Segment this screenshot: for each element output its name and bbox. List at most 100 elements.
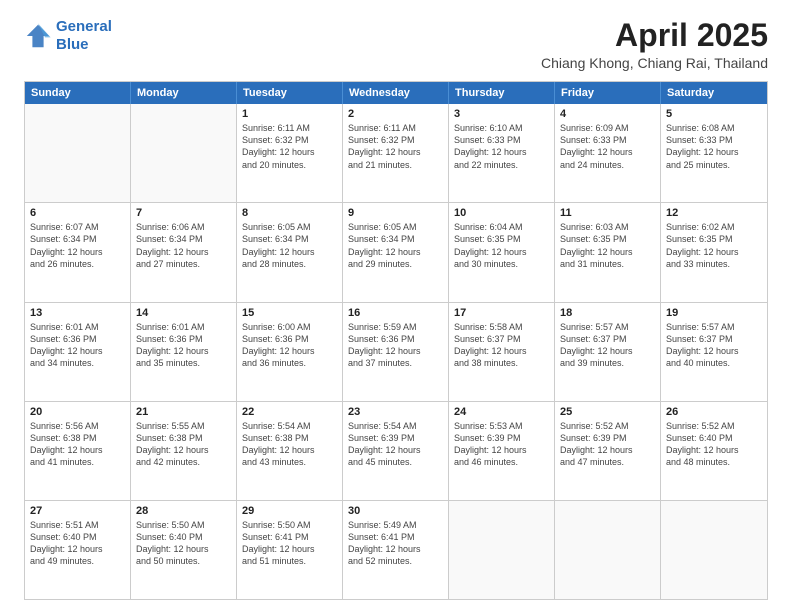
calendar-week-2: 6 Sunrise: 6:07 AM Sunset: 6:34 PM Daylig… [25, 202, 767, 301]
day-number: 14 [136, 307, 231, 319]
logo-line1: General [56, 18, 112, 36]
table-row [25, 104, 131, 202]
header: General Blue April 2025 Chiang Khong, Ch… [24, 18, 768, 71]
day-info: Sunrise: 6:03 AM Sunset: 6:35 PM Dayligh… [560, 221, 655, 270]
calendar: SundayMondayTuesdayWednesdayThursdayFrid… [24, 81, 768, 600]
day-number: 4 [560, 108, 655, 120]
calendar-body: 1 Sunrise: 6:11 AM Sunset: 6:32 PM Daylig… [25, 104, 767, 599]
day-number: 6 [30, 207, 125, 219]
day-number: 24 [454, 406, 549, 418]
logo-line2: Blue [56, 36, 112, 54]
day-number: 23 [348, 406, 443, 418]
day-info: Sunrise: 5:53 AM Sunset: 6:39 PM Dayligh… [454, 420, 549, 469]
table-row: 20 Sunrise: 5:56 AM Sunset: 6:38 PM Dayli… [25, 402, 131, 500]
day-number: 5 [666, 108, 762, 120]
page: General Blue April 2025 Chiang Khong, Ch… [0, 0, 792, 612]
day-info: Sunrise: 5:55 AM Sunset: 6:38 PM Dayligh… [136, 420, 231, 469]
day-info: Sunrise: 5:49 AM Sunset: 6:41 PM Dayligh… [348, 519, 443, 568]
title-block: April 2025 Chiang Khong, Chiang Rai, Tha… [541, 18, 768, 71]
logo-text: General Blue [56, 18, 112, 54]
cal-header-sunday: Sunday [25, 82, 131, 104]
day-info: Sunrise: 6:05 AM Sunset: 6:34 PM Dayligh… [242, 221, 337, 270]
main-title: April 2025 [541, 18, 768, 53]
table-row: 27 Sunrise: 5:51 AM Sunset: 6:40 PM Dayli… [25, 501, 131, 599]
generalblue-logo-icon [24, 22, 52, 50]
day-info: Sunrise: 6:01 AM Sunset: 6:36 PM Dayligh… [136, 321, 231, 370]
day-number: 3 [454, 108, 549, 120]
day-info: Sunrise: 6:10 AM Sunset: 6:33 PM Dayligh… [454, 122, 549, 171]
day-number: 7 [136, 207, 231, 219]
calendar-week-5: 27 Sunrise: 5:51 AM Sunset: 6:40 PM Dayli… [25, 500, 767, 599]
table-row [661, 501, 767, 599]
day-number: 13 [30, 307, 125, 319]
day-number: 18 [560, 307, 655, 319]
day-number: 2 [348, 108, 443, 120]
calendar-header: SundayMondayTuesdayWednesdayThursdayFrid… [25, 82, 767, 104]
table-row: 5 Sunrise: 6:08 AM Sunset: 6:33 PM Daylig… [661, 104, 767, 202]
table-row [131, 104, 237, 202]
day-number: 17 [454, 307, 549, 319]
day-number: 8 [242, 207, 337, 219]
day-info: Sunrise: 6:01 AM Sunset: 6:36 PM Dayligh… [30, 321, 125, 370]
day-number: 15 [242, 307, 337, 319]
day-info: Sunrise: 6:00 AM Sunset: 6:36 PM Dayligh… [242, 321, 337, 370]
day-info: Sunrise: 5:54 AM Sunset: 6:39 PM Dayligh… [348, 420, 443, 469]
table-row: 17Sunrise: 5:58 AM Sunset: 6:37 PM Dayli… [449, 303, 555, 401]
table-row: 10Sunrise: 6:04 AM Sunset: 6:35 PM Dayli… [449, 203, 555, 301]
day-info: Sunrise: 6:09 AM Sunset: 6:33 PM Dayligh… [560, 122, 655, 171]
day-number: 28 [136, 505, 231, 517]
table-row: 16Sunrise: 5:59 AM Sunset: 6:36 PM Dayli… [343, 303, 449, 401]
cal-header-thursday: Thursday [449, 82, 555, 104]
logo: General Blue [24, 18, 112, 54]
day-number: 26 [666, 406, 762, 418]
day-info: Sunrise: 6:02 AM Sunset: 6:35 PM Dayligh… [666, 221, 762, 270]
day-info: Sunrise: 5:56 AM Sunset: 6:38 PM Dayligh… [30, 420, 125, 469]
day-info: Sunrise: 6:04 AM Sunset: 6:35 PM Dayligh… [454, 221, 549, 270]
day-number: 21 [136, 406, 231, 418]
day-number: 1 [242, 108, 337, 120]
table-row: 15 Sunrise: 6:00 AM Sunset: 6:36 PM Dayli… [237, 303, 343, 401]
day-number: 25 [560, 406, 655, 418]
table-row: 18 Sunrise: 5:57 AM Sunset: 6:37 PM Dayli… [555, 303, 661, 401]
table-row: 25Sunrise: 5:52 AM Sunset: 6:39 PM Dayli… [555, 402, 661, 500]
day-info: Sunrise: 5:50 AM Sunset: 6:41 PM Dayligh… [242, 519, 337, 568]
cal-header-saturday: Saturday [661, 82, 767, 104]
table-row: 12 Sunrise: 6:02 AM Sunset: 6:35 PM Dayli… [661, 203, 767, 301]
table-row: 19Sunrise: 5:57 AM Sunset: 6:37 PM Dayli… [661, 303, 767, 401]
table-row: 2Sunrise: 6:11 AM Sunset: 6:32 PM Daylig… [343, 104, 449, 202]
table-row: 11Sunrise: 6:03 AM Sunset: 6:35 PM Dayli… [555, 203, 661, 301]
table-row: 7Sunrise: 6:06 AM Sunset: 6:34 PM Daylig… [131, 203, 237, 301]
day-number: 29 [242, 505, 337, 517]
day-info: Sunrise: 5:51 AM Sunset: 6:40 PM Dayligh… [30, 519, 125, 568]
calendar-week-4: 20 Sunrise: 5:56 AM Sunset: 6:38 PM Dayli… [25, 401, 767, 500]
table-row [555, 501, 661, 599]
table-row: 4 Sunrise: 6:09 AM Sunset: 6:33 PM Daylig… [555, 104, 661, 202]
table-row: 1 Sunrise: 6:11 AM Sunset: 6:32 PM Daylig… [237, 104, 343, 202]
day-info: Sunrise: 5:54 AM Sunset: 6:38 PM Dayligh… [242, 420, 337, 469]
cal-header-wednesday: Wednesday [343, 82, 449, 104]
day-info: Sunrise: 5:57 AM Sunset: 6:37 PM Dayligh… [560, 321, 655, 370]
subtitle: Chiang Khong, Chiang Rai, Thailand [541, 55, 768, 71]
table-row: 29 Sunrise: 5:50 AM Sunset: 6:41 PM Dayli… [237, 501, 343, 599]
table-row: 23 Sunrise: 5:54 AM Sunset: 6:39 PM Dayli… [343, 402, 449, 500]
day-info: Sunrise: 6:07 AM Sunset: 6:34 PM Dayligh… [30, 221, 125, 270]
day-number: 20 [30, 406, 125, 418]
table-row: 24 Sunrise: 5:53 AM Sunset: 6:39 PM Dayli… [449, 402, 555, 500]
table-row: 3 Sunrise: 6:10 AM Sunset: 6:33 PM Daylig… [449, 104, 555, 202]
day-info: Sunrise: 6:11 AM Sunset: 6:32 PM Dayligh… [242, 122, 337, 171]
day-info: Sunrise: 5:52 AM Sunset: 6:40 PM Dayligh… [666, 420, 762, 469]
table-row [449, 501, 555, 599]
table-row: 14 Sunrise: 6:01 AM Sunset: 6:36 PM Dayli… [131, 303, 237, 401]
day-number: 19 [666, 307, 762, 319]
table-row: 6 Sunrise: 6:07 AM Sunset: 6:34 PM Daylig… [25, 203, 131, 301]
table-row: 9Sunrise: 6:05 AM Sunset: 6:34 PM Daylig… [343, 203, 449, 301]
day-number: 22 [242, 406, 337, 418]
cal-header-monday: Monday [131, 82, 237, 104]
day-number: 12 [666, 207, 762, 219]
table-row: 13 Sunrise: 6:01 AM Sunset: 6:36 PM Dayli… [25, 303, 131, 401]
calendar-week-3: 13 Sunrise: 6:01 AM Sunset: 6:36 PM Dayli… [25, 302, 767, 401]
day-info: Sunrise: 6:08 AM Sunset: 6:33 PM Dayligh… [666, 122, 762, 171]
table-row: 30Sunrise: 5:49 AM Sunset: 6:41 PM Dayli… [343, 501, 449, 599]
day-number: 27 [30, 505, 125, 517]
day-number: 16 [348, 307, 443, 319]
